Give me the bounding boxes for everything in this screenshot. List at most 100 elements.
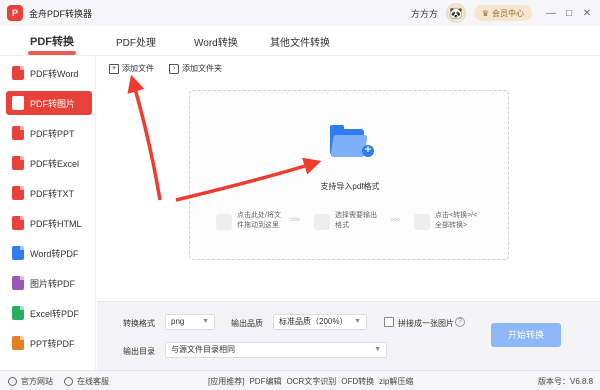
close-button[interactable]: ✕: [578, 8, 596, 19]
pdf-edit-link[interactable]: PDF编辑: [249, 376, 281, 387]
active-tab-indicator: [28, 51, 76, 55]
drag-file-icon: [216, 214, 232, 230]
image-file-icon: [12, 276, 24, 290]
sidebar-item-pdf-to-txt[interactable]: PDF转TXT: [6, 181, 92, 205]
vip-label: 会员中心: [492, 8, 524, 18]
sidebar-item-label: PDF转TXT: [30, 188, 74, 199]
chevron-down-icon: ▼: [354, 318, 361, 325]
pdf-file-icon: [12, 96, 24, 110]
crown-icon: ♛: [481, 8, 489, 18]
username[interactable]: 方方方: [411, 7, 438, 20]
excel-file-icon: [12, 306, 24, 320]
output-dir-label: 输出目录: [123, 347, 155, 356]
title-bar: P 金舟PDF转换器 方方方 🐼 ♛ 会员中心 — □ ✕: [0, 0, 600, 26]
sidebar-item-label: PDF转Word: [30, 68, 79, 79]
status-bar: 官方网站 在线客服 [应用推荐] PDF编辑 OCR文字识别 OFD转换 zip…: [0, 370, 600, 390]
maximize-button[interactable]: □: [560, 8, 578, 19]
top-nav: PDF转换 PDF处理 Word转换 其他文件转换: [0, 26, 600, 56]
format-select-icon: [314, 214, 330, 230]
pdf-file-icon: [12, 156, 24, 170]
app-links: [应用推荐] PDF编辑 OCR文字识别 OFD转换 zip解压缩: [208, 376, 418, 387]
merge-checkbox[interactable]: [384, 317, 394, 327]
ocr-link[interactable]: OCR文字识别: [286, 376, 336, 387]
chevron-down-icon: ▼: [374, 346, 381, 353]
main-panel: + 添加文件 › 添加文件夹 + 支持导入pdf格式 点击此处/将文件拖动到这里…: [97, 56, 600, 301]
pdf-file-icon: [12, 216, 24, 230]
online-service-link[interactable]: 在线客服: [64, 376, 109, 387]
app-title: 金舟PDF转换器: [29, 8, 93, 19]
folder-add-icon: +: [330, 125, 374, 157]
drop-zone-label: 支持导入pdf格式: [320, 182, 380, 191]
tab-other-convert[interactable]: 其他文件转换: [270, 34, 330, 49]
add-folder-button[interactable]: › 添加文件夹: [169, 63, 222, 74]
quality-select[interactable]: 标准品质（200%） ▼: [273, 314, 367, 330]
merge-label: 拼接成一张图片: [398, 319, 454, 328]
settings-panel: 转换格式 png ▼ 输出品质 标准品质（200%） ▼ 拼接成一张图片 ? 输…: [97, 301, 600, 370]
format-value: png: [171, 317, 185, 326]
convert-icon: [414, 214, 430, 230]
sidebar: PDF转Word PDF转图片 PDF转PPT PDF转Excel PDF转TX…: [0, 56, 96, 370]
tab-pdf-convert[interactable]: PDF转换: [30, 33, 74, 49]
step-1-text: 点击此处/将文件拖动到这里: [237, 212, 281, 229]
start-convert-button[interactable]: 开始转换: [491, 323, 561, 347]
chevron-down-icon: ▼: [202, 318, 209, 325]
vip-center-button[interactable]: ♛ 会员中心: [473, 5, 532, 21]
sidebar-item-label: Word转PDF: [30, 248, 79, 259]
step-2: 选择需要输出格式: [314, 211, 383, 231]
add-file-icon: +: [109, 63, 119, 74]
quality-label: 输出品质: [231, 319, 263, 328]
official-website-link[interactable]: 官方网站: [8, 376, 53, 387]
ppt-file-icon: [12, 336, 24, 350]
ofd-convert-link[interactable]: OFD转换: [341, 376, 374, 387]
sidebar-item-excel-to-pdf[interactable]: Excel转PDF: [6, 301, 92, 325]
file-drop-zone[interactable]: + 支持导入pdf格式 点击此处/将文件拖动到这里 >>> 选择需要输出格式 >…: [189, 90, 509, 260]
step-arrow: >>>: [390, 217, 400, 224]
sidebar-item-label: 图片转PDF: [30, 278, 76, 289]
pdf-file-icon: [12, 66, 24, 80]
online-service-label: 在线客服: [77, 377, 109, 386]
version-label: 版本号：V6.8.8: [538, 377, 594, 386]
tab-pdf-process[interactable]: PDF处理: [116, 34, 156, 49]
step-3: 点击<转换>/<全部转换>: [414, 211, 483, 231]
sidebar-item-ppt-to-pdf[interactable]: PPT转PDF: [6, 331, 92, 355]
output-dir-value: 与源文件目录相同: [171, 345, 235, 354]
add-folder-label: 添加文件夹: [182, 64, 222, 73]
output-dir-select[interactable]: 与源文件目录相同 ▼: [165, 342, 387, 358]
sidebar-item-pdf-to-html[interactable]: PDF转HTML: [6, 211, 92, 235]
step-1: 点击此处/将文件拖动到这里: [216, 211, 285, 231]
zip-link[interactable]: zip解压缩: [379, 376, 413, 387]
app-logo: P: [7, 5, 23, 21]
folder-icon: ›: [169, 63, 179, 74]
sidebar-item-label: PPT转PDF: [30, 338, 75, 349]
quality-value: 标准品质（200%）: [279, 317, 348, 326]
sidebar-item-label: PDF转Excel: [30, 158, 80, 169]
sidebar-item-label: Excel转PDF: [30, 308, 80, 319]
headset-icon: [64, 377, 73, 386]
tab-word-convert[interactable]: Word转换: [194, 34, 238, 49]
step-3-text: 点击<转换>/<全部转换>: [435, 212, 478, 229]
app-recommend-label: [应用推荐]: [208, 377, 245, 386]
format-select[interactable]: png ▼: [165, 314, 215, 330]
add-file-label: 添加文件: [122, 64, 154, 73]
step-2-text: 选择需要输出格式: [335, 212, 377, 229]
sidebar-item-label: PDF转PPT: [30, 128, 75, 139]
pdf-file-icon: [12, 186, 24, 200]
format-label: 转换格式: [123, 319, 155, 328]
sidebar-item-word-to-pdf[interactable]: Word转PDF: [6, 241, 92, 265]
sidebar-item-label: PDF转HTML: [30, 218, 82, 229]
sidebar-item-pdf-to-ppt[interactable]: PDF转PPT: [6, 121, 92, 145]
sidebar-item-pdf-to-excel[interactable]: PDF转Excel: [6, 151, 92, 175]
official-website-label: 官方网站: [21, 377, 53, 386]
sidebar-item-label: PDF转图片: [30, 98, 76, 109]
avatar[interactable]: 🐼: [445, 3, 466, 23]
help-icon[interactable]: ?: [455, 317, 465, 327]
step-arrow: >>>: [290, 217, 300, 224]
minimize-button[interactable]: —: [542, 8, 560, 19]
add-file-button[interactable]: + 添加文件: [109, 63, 154, 74]
word-file-icon: [12, 246, 24, 260]
pdf-file-icon: [12, 126, 24, 140]
globe-icon: [8, 377, 17, 386]
sidebar-item-pdf-to-word[interactable]: PDF转Word: [6, 61, 92, 85]
sidebar-item-pdf-to-image[interactable]: PDF转图片: [6, 91, 92, 115]
sidebar-item-image-to-pdf[interactable]: 图片转PDF: [6, 271, 92, 295]
